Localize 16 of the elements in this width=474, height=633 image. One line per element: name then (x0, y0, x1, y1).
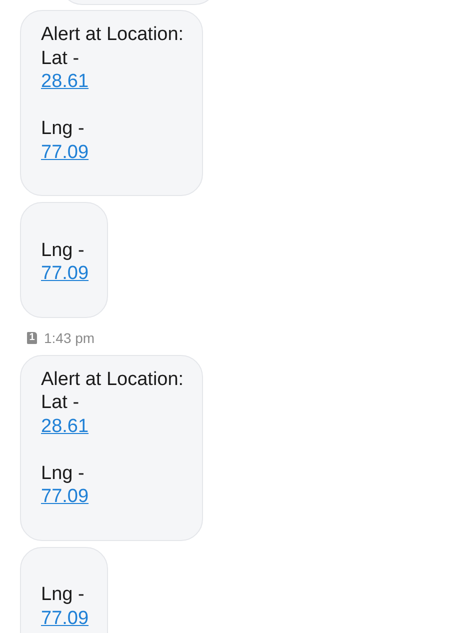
message-text: Lng - (41, 462, 86, 485)
coordinate-link[interactable]: 28.61 (41, 416, 89, 436)
message-text: Lat - (41, 391, 80, 414)
message-text: Lat - (41, 46, 80, 70)
message-text: Alert at Location: (41, 23, 184, 46)
coordinate-link[interactable]: 77.09 (41, 263, 89, 284)
coordinate-link[interactable]: 77.09 (41, 486, 89, 507)
message-text: Lng - (41, 238, 86, 262)
message-text: Lng - (41, 117, 86, 140)
coordinate-link[interactable]: 77.09 (41, 608, 89, 628)
message-time: 1:43 pm (44, 330, 95, 346)
message-text: Lng - (41, 583, 86, 606)
sim-icon: 1 (27, 332, 37, 344)
coordinate-link[interactable]: 77.09 (41, 142, 89, 162)
coordinate-link[interactable]: 28.61 (41, 71, 89, 92)
message-text: Alert at Location: (41, 368, 184, 391)
